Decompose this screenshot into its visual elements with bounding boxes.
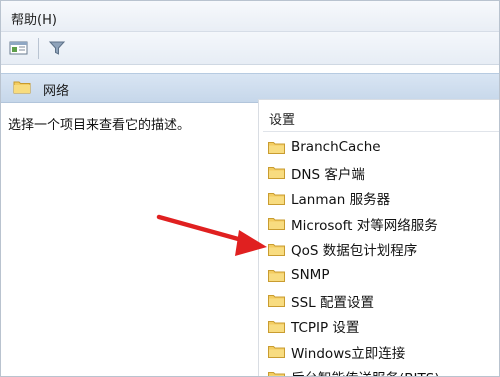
red-arrow-annotation bbox=[156, 214, 267, 256]
window: 帮助(H) 网络 选择一个项目来查看它的描述。 设置 BranchCache D… bbox=[0, 0, 500, 377]
